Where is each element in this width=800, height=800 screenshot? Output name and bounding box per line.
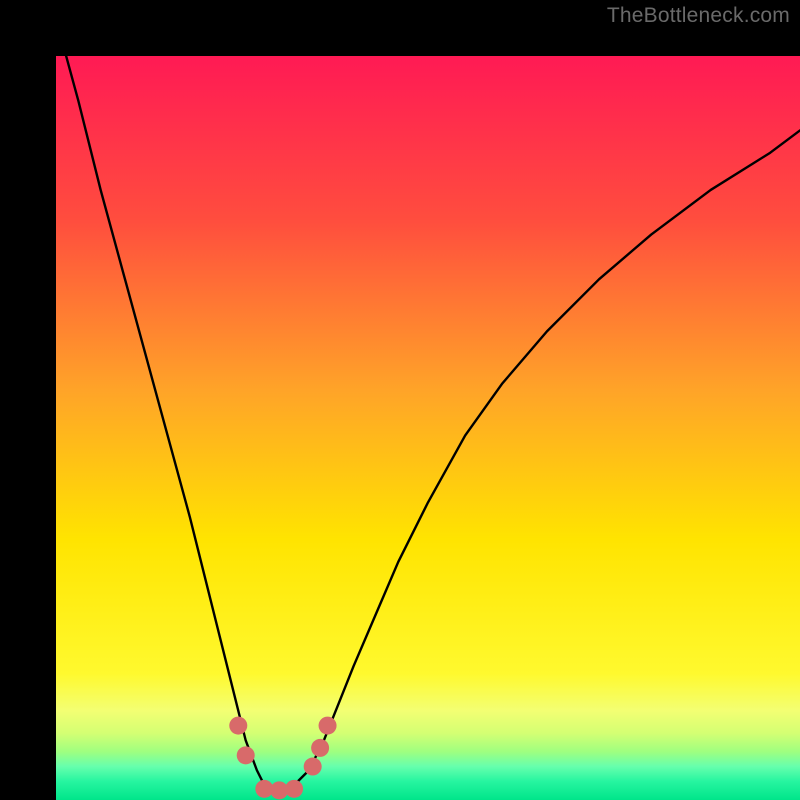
highlight-dot — [229, 717, 247, 735]
chart-svg — [56, 56, 800, 800]
highlight-dot — [304, 758, 322, 776]
highlight-dot — [319, 717, 337, 735]
highlight-dot — [237, 746, 255, 764]
chart-plot-area — [56, 56, 800, 800]
chart-frame — [0, 0, 800, 800]
watermark-text: TheBottleneck.com — [607, 4, 790, 28]
gradient-background — [56, 56, 800, 800]
highlight-dot — [311, 739, 329, 757]
highlight-dot — [285, 780, 303, 798]
